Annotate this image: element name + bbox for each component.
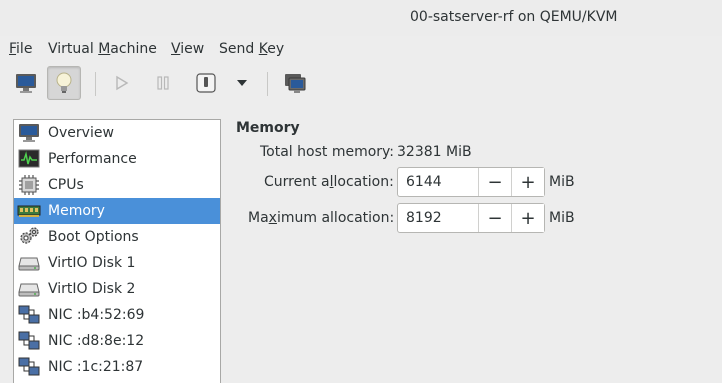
sidebar-item-label: VirtIO Disk 2 (48, 281, 136, 297)
maximum-allocation-increment-button[interactable]: + (511, 204, 544, 232)
current-allocation-label-pre: Current a (264, 174, 330, 190)
menu-vm-mnemonic: M (98, 41, 111, 57)
sidebar-item-memory[interactable]: Memory (14, 198, 220, 224)
sidebar-item-overview[interactable]: Overview (14, 120, 220, 146)
sidebar-item-cpus[interactable]: CPUs (14, 172, 220, 198)
monitor-icon (16, 74, 36, 93)
run-button[interactable] (104, 66, 138, 100)
menu-view[interactable]: View (171, 41, 204, 57)
menu-virtual-machine[interactable]: Virtual Machine (48, 41, 157, 57)
menu-file-mnemonic: F (9, 41, 17, 57)
disk-icon (17, 278, 41, 300)
sidebar-item-label: Overview (48, 125, 114, 141)
window-title: 00-satserver-rf on QEMU/KVM (410, 9, 618, 25)
maximum-allocation-label-post: imum allocation: (276, 210, 395, 226)
sidebar-item-label: NIC :1c:21:87 (48, 359, 144, 375)
sidebar-item-label: Memory (48, 203, 105, 219)
play-icon (116, 75, 129, 91)
maximum-allocation-label-pre: Ma (248, 210, 269, 226)
toolbar-separator (95, 72, 96, 96)
section-title: Memory (236, 120, 300, 136)
monitor-icon (17, 122, 41, 144)
performance-graph-icon (17, 148, 41, 170)
fullscreen-button[interactable] (278, 66, 312, 100)
sidebar-item-label: Performance (48, 151, 137, 167)
current-allocation-decrement-button[interactable]: − (478, 168, 511, 196)
menu-view-mnemonic: V (171, 41, 181, 57)
current-allocation-spinner: 6144 − + (397, 167, 545, 197)
menu-view-rest: iew (180, 41, 205, 57)
maximum-allocation-spinner: 8192 − + (397, 203, 545, 233)
menu-send-key[interactable]: Send Key (219, 41, 284, 57)
details-view-button[interactable] (47, 66, 81, 100)
sidebar-item-label: VirtIO Disk 1 (48, 255, 136, 271)
menu-sendkey-pre: Send (219, 41, 259, 57)
sidebar-item-nic-d8-8e-12[interactable]: NIC :d8:8e:12 (14, 328, 220, 354)
current-allocation-label: Current allocation: (264, 174, 394, 190)
title-bar: 00-satserver-rf on QEMU/KVM (0, 0, 722, 36)
current-allocation-unit: MiB (549, 174, 575, 190)
toolbar-separator (267, 72, 268, 96)
maximum-allocation-label-mnemonic: x (268, 210, 277, 226)
sidebar-item-label: NIC :b4:52:69 (48, 307, 145, 323)
menu-file[interactable]: File (9, 41, 32, 57)
lightbulb-icon (56, 72, 72, 93)
gears-icon (17, 226, 41, 248)
menu-bar: File Virtual Machine View Send Key (0, 36, 722, 62)
current-allocation-input[interactable]: 6144 (398, 168, 478, 196)
disk-icon (17, 252, 41, 274)
power-icon (196, 73, 216, 93)
sidebar-item-label: Boot Options (48, 229, 139, 245)
hardware-list: Overview Performance CPUs Memory Boot Op… (13, 119, 221, 383)
sidebar-item-nic-1c-21-87[interactable]: NIC :1c:21:87 (14, 354, 220, 380)
sidebar-item-virtio-disk-1[interactable]: VirtIO Disk 1 (14, 250, 220, 276)
network-icon (17, 356, 41, 378)
pause-button[interactable] (146, 66, 180, 100)
maximum-allocation-decrement-button[interactable]: − (478, 204, 511, 232)
total-host-memory-label: Total host memory: (260, 144, 395, 160)
shutdown-button[interactable] (189, 66, 223, 100)
menu-file-rest: ile (16, 41, 33, 57)
menu-vm-pre: Virtual (48, 41, 99, 57)
chevron-down-icon (237, 80, 247, 86)
current-allocation-label-post: location: (333, 174, 394, 190)
memory-icon (17, 200, 41, 222)
network-icon (17, 330, 41, 352)
sidebar-item-virtio-disk-2[interactable]: VirtIO Disk 2 (14, 276, 220, 302)
cpu-icon (17, 174, 41, 196)
sidebar-item-nic-b4-52-69[interactable]: NIC :b4:52:69 (14, 302, 220, 328)
sidebar-item-boot-options[interactable]: Boot Options (14, 224, 220, 250)
menu-vm-rest: achine (110, 41, 157, 57)
sidebar-item-label: CPUs (48, 177, 84, 193)
total-host-memory-value: 32381 MiB (397, 144, 472, 160)
menu-sendkey-rest: ey (267, 41, 285, 57)
maximum-allocation-label: Maximum allocation: (248, 210, 394, 226)
shutdown-menu-button[interactable] (228, 66, 256, 100)
maximum-allocation-input[interactable]: 8192 (398, 204, 478, 232)
menu-sendkey-mnemonic: K (258, 41, 268, 57)
pause-icon (157, 76, 169, 90)
maximum-allocation-unit: MiB (549, 210, 575, 226)
sidebar-item-performance[interactable]: Performance (14, 146, 220, 172)
console-view-button[interactable] (9, 66, 43, 100)
sidebar-item-label: NIC :d8:8e:12 (48, 333, 145, 349)
fullscreen-icon (285, 74, 306, 93)
toolbar (0, 62, 722, 106)
current-allocation-increment-button[interactable]: + (511, 168, 544, 196)
network-icon (17, 304, 41, 326)
